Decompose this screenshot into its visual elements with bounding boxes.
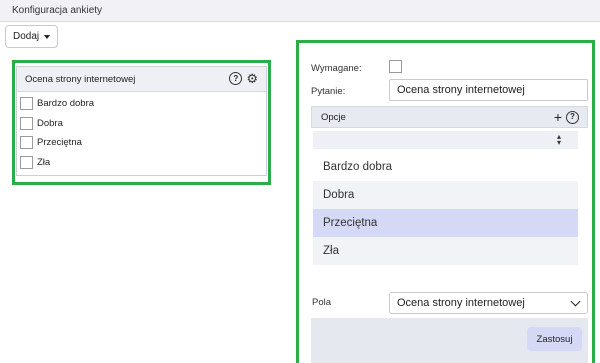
options-list: Bardzo dobra Dobra Przeciętna Zła (313, 153, 578, 265)
field-label: Pola (312, 297, 332, 308)
field-select-value: Ocena strony internetowej (397, 297, 525, 309)
question-label: Pytanie: (311, 86, 346, 97)
option-checkbox[interactable] (20, 116, 33, 130)
preview-option: Bardzo dobra (17, 94, 266, 114)
preview-option-label: Dobra (37, 117, 63, 129)
options-header-title: Opcje (321, 111, 346, 123)
caret-down-icon (44, 35, 51, 39)
options-header: Opcje + ? (311, 106, 588, 128)
apply-button[interactable]: Zastosuj (527, 327, 582, 351)
plus-icon[interactable]: + (554, 110, 562, 124)
option-item-selected[interactable]: Przeciętna (313, 209, 578, 237)
option-item[interactable]: Bardzo dobra (313, 153, 578, 181)
required-label: Wymagane: (311, 63, 362, 74)
chevron-down-icon (570, 296, 581, 307)
add-button-label: Dodaj (13, 31, 40, 42)
preview-option-label: Bardzo dobra (37, 98, 95, 110)
option-checkbox[interactable] (20, 155, 33, 169)
question-preview-header: Ocena strony internetowej ? ⚙ (17, 67, 266, 92)
options-filter-row[interactable]: ▴ ▾ (313, 131, 578, 149)
question-input[interactable]: Ocena strony internetowej (389, 79, 588, 101)
help-icon[interactable]: ? (229, 72, 243, 85)
title-bar: Konfiguracja ankiety (0, 0, 600, 22)
required-checkbox[interactable] (389, 60, 402, 73)
preview-option-label: Przeciętna (37, 137, 82, 149)
add-dropdown-button[interactable]: Dodaj (5, 25, 58, 48)
option-checkbox[interactable] (20, 136, 33, 150)
option-item[interactable]: Dobra (313, 181, 578, 209)
window-title: Konfiguracja ankiety (12, 5, 103, 16)
preview-option: Przeciętna (17, 133, 266, 153)
question-preview-card: Ocena strony internetowej ? ⚙ Bardzo dob… (16, 66, 267, 176)
preview-option-list: Bardzo dobra Dobra Przeciętna Zła (17, 92, 266, 172)
option-item[interactable]: Zła (313, 237, 578, 265)
gear-icon[interactable]: ⚙ (246, 72, 258, 85)
preview-option: Zła (17, 153, 266, 173)
field-select[interactable]: Ocena strony internetowej (389, 292, 588, 314)
help-icon[interactable]: ? (566, 110, 579, 124)
preview-option: Dobra (17, 114, 266, 134)
preview-option-label: Zła (37, 156, 51, 168)
sort-icon[interactable]: ▴ ▾ (557, 133, 561, 147)
option-checkbox[interactable] (20, 97, 33, 111)
question-preview-title: Ocena strony internetowej (25, 73, 136, 85)
